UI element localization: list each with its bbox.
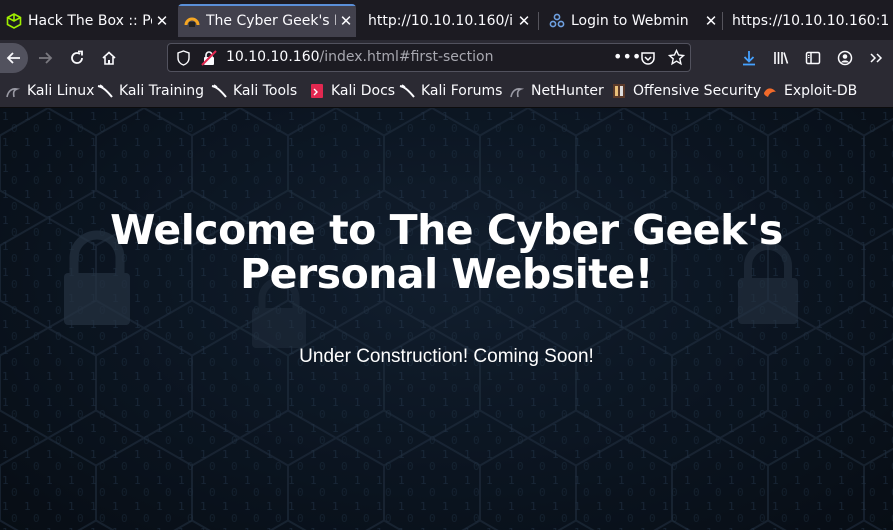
- bookmark-kali-linux[interactable]: Kali Linux: [5, 83, 94, 99]
- url-host: 10.10.10.160: [226, 49, 320, 65]
- bookmark-label: Kali Linux: [27, 83, 95, 99]
- close-icon[interactable]: ✕: [701, 12, 721, 30]
- tab-http-index[interactable]: http://10.10.10.160/in ✕: [362, 4, 534, 37]
- library-button[interactable]: [767, 44, 795, 72]
- close-icon[interactable]: ✕: [514, 12, 534, 30]
- home-button[interactable]: [95, 44, 123, 72]
- bookmark-nethunter[interactable]: NetHunter: [509, 83, 604, 99]
- bookmark-kali-training[interactable]: Kali Training: [97, 83, 204, 99]
- sidebar-button[interactable]: [799, 44, 827, 72]
- kali-dragon-icon: [211, 83, 227, 99]
- hexagon-background: 1 0: [0, 108, 893, 530]
- offsec-icon: [611, 83, 627, 99]
- bookmark-exploit-db[interactable]: Exploit-DB: [762, 83, 857, 99]
- bookmark-label: Offensive Security: [633, 83, 762, 99]
- bookmarks-toolbar: Kali Linux Kali Training Kali Tools Kali…: [0, 76, 893, 108]
- bookmark-kali-docs[interactable]: Kali Docs: [309, 83, 395, 99]
- bookmark-label: Kali Docs: [331, 83, 396, 99]
- tab-label: https://10.10.10.160:1: [732, 12, 890, 29]
- back-arrow-icon: [6, 52, 20, 64]
- tab-label: The Cyber Geek's P: [206, 12, 336, 29]
- home-icon: [102, 51, 116, 65]
- kali-dragon-icon: [5, 83, 21, 99]
- account-icon: [837, 50, 853, 66]
- navigation-toolbar: 10.10.10.160/index.html#first-section ••…: [0, 40, 893, 76]
- tab-hack-the-box[interactable]: Hack The Box :: Po ✕: [0, 4, 172, 37]
- url-bar[interactable]: 10.10.10.160/index.html#first-section ••…: [167, 43, 691, 72]
- bookmark-label: NetHunter: [531, 83, 604, 99]
- bookmark-label: Kali Forums: [421, 83, 503, 99]
- nethunter-icon: [509, 83, 525, 99]
- tab-label: Hack The Box :: Po: [28, 12, 152, 29]
- page-title: Welcome to The Cyber Geek's Personal Web…: [110, 206, 783, 298]
- page-content: 1 0 Welcome to The Cyber Geek's Personal…: [0, 108, 893, 530]
- page-actions-menu-icon[interactable]: •••: [613, 47, 641, 66]
- bookmark-label: Exploit-DB: [784, 83, 858, 99]
- kali-dragon-icon: [399, 83, 415, 99]
- url-path: /index.html#first-section: [319, 49, 494, 65]
- webmin-icon: [549, 13, 565, 29]
- forward-button[interactable]: [31, 44, 59, 72]
- pocket-icon[interactable]: [640, 50, 656, 70]
- bookmark-kali-tools[interactable]: Kali Tools: [211, 83, 297, 99]
- shield-icon[interactable]: [176, 50, 191, 70]
- tab-separator: [538, 12, 539, 30]
- overflow-button[interactable]: [862, 44, 890, 72]
- library-icon: [774, 52, 789, 64]
- url-text: 10.10.10.160/index.html#first-section: [226, 49, 493, 65]
- overflow-chevron-icon: [870, 53, 883, 63]
- forward-arrow-icon: [39, 52, 53, 64]
- back-button[interactable]: [0, 43, 28, 73]
- bookmark-label: Kali Training: [119, 83, 204, 99]
- tab-webmin[interactable]: Login to Webmin ✕: [543, 4, 721, 37]
- htb-cube-icon: [6, 12, 22, 29]
- bookmark-offensive-security[interactable]: Offensive Security: [611, 83, 761, 99]
- cyber-geek-icon: [184, 13, 200, 29]
- reload-icon: [71, 50, 83, 64]
- kali-docs-icon: [309, 83, 325, 99]
- tab-https-port[interactable]: https://10.10.10.160:1: [726, 4, 893, 37]
- tab-label: Login to Webmin: [571, 12, 689, 29]
- tab-separator: [722, 12, 723, 30]
- insecure-lock-icon[interactable]: [201, 50, 217, 70]
- kali-dragon-icon: [97, 83, 113, 99]
- close-icon[interactable]: ✕: [336, 12, 356, 30]
- close-icon[interactable]: ✕: [152, 12, 172, 30]
- tab-cyber-geek[interactable]: The Cyber Geek's P ✕: [178, 4, 356, 37]
- tab-strip: Hack The Box :: Po ✕ The Cyber Geek's P …: [0, 0, 893, 40]
- download-icon: [743, 51, 755, 66]
- page-subtitle: Under Construction! Coming Soon!: [299, 346, 594, 367]
- account-button[interactable]: [831, 44, 859, 72]
- downloads-button[interactable]: [735, 44, 763, 72]
- bookmark-star-icon[interactable]: [667, 48, 686, 70]
- bookmark-kali-forums[interactable]: Kali Forums: [399, 83, 502, 99]
- bookmark-label: Kali Tools: [233, 83, 298, 99]
- exploitdb-icon: [762, 83, 778, 99]
- sidebar-icon: [805, 51, 821, 65]
- reload-button[interactable]: [63, 44, 91, 72]
- tab-label: http://10.10.10.160/in: [368, 12, 514, 29]
